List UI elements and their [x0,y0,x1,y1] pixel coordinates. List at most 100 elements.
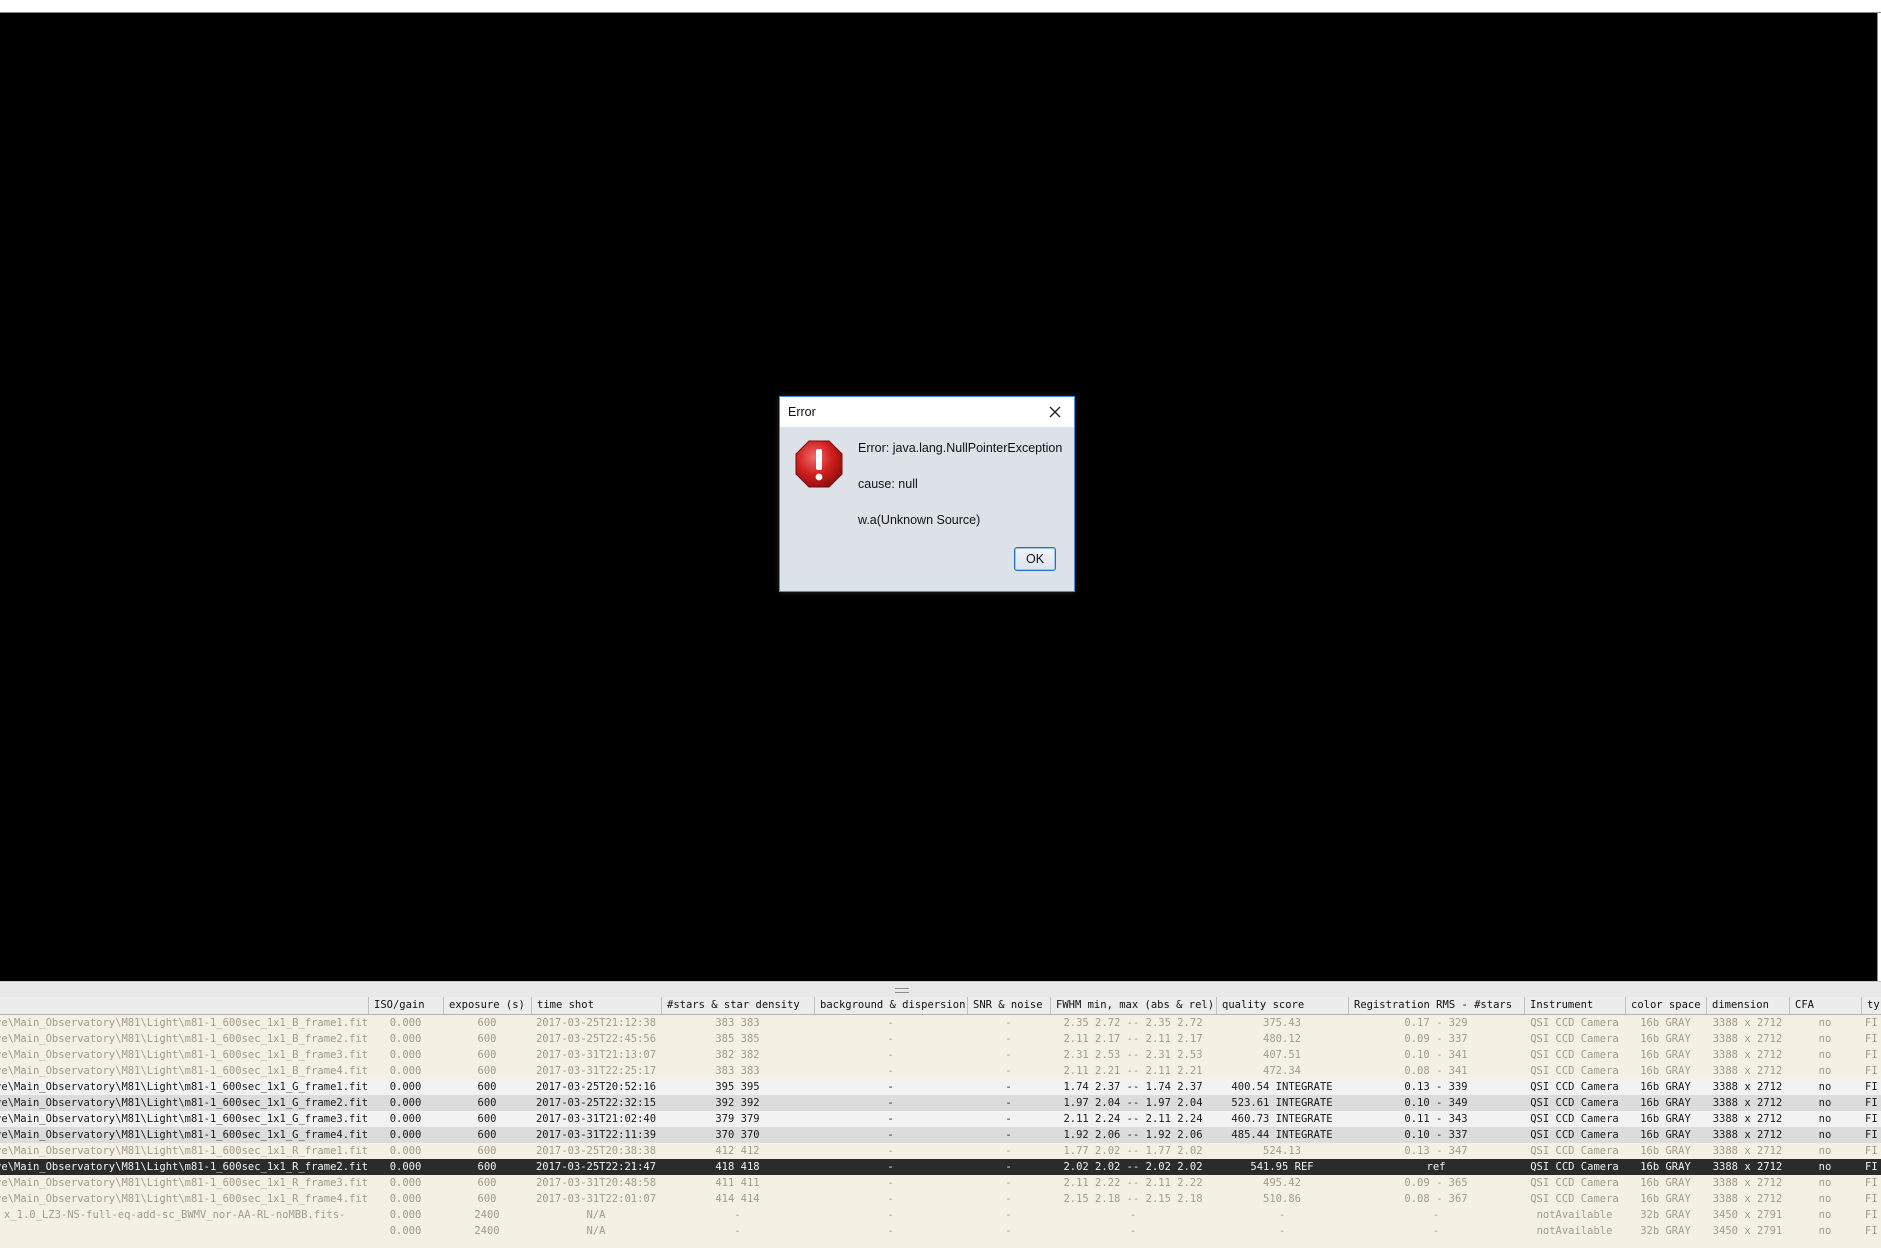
cell-fwhm: 1.92 2.06 -- 1.92 2.06 [1063,1129,1203,1141]
dialog-body: Error: java.lang.NullPointerException ca… [780,427,1074,591]
cell-instrument: QSI CCD Camera [1530,1145,1619,1157]
error-cause: cause: null [858,477,918,491]
column-header-exposure[interactable]: exposure (s) [443,997,531,1014]
cell-stars: 383 383 [715,1065,760,1077]
cell-exposure: 2400 [474,1225,500,1237]
cell-stars: - [734,1225,741,1237]
cell-snr: - [1005,1209,1012,1221]
cell-time-shot: 2017-03-31T20:48:58 [535,1177,657,1189]
column-header-snr[interactable]: SNR & noise [967,997,1050,1014]
cell-background: - [887,1017,894,1029]
cell-stars: 418 418 [715,1161,760,1173]
column-header-cfa[interactable]: CFA [1789,997,1861,1014]
table-row[interactable]: ive\Main_Observatory\M81\Light\m81-1_600… [0,1015,1881,1031]
splitter-grip-icon[interactable] [895,988,909,993]
column-header-type[interactable]: ty [1861,997,1881,1014]
cell-type: FI [1865,1033,1878,1045]
table-row[interactable]: ive\Main_Observatory\M81\Light\m81-1_600… [0,1175,1881,1191]
cell-file: ive\Main_Observatory\M81\Light\m81-1_600… [0,1145,368,1157]
cell-registration: 0.11 - 343 [1404,1113,1468,1125]
ok-button[interactable]: OK [1014,547,1056,571]
table-row[interactable]: ive\Main_Observatory\M81\Light\m81-1_600… [0,1159,1881,1175]
cell-cfa: no [1818,1081,1832,1093]
column-header-time-shot[interactable]: time shot [531,997,661,1014]
cell-time-shot: 2017-03-31T21:02:40 [535,1113,657,1125]
table-row[interactable]: ive\Main_Observatory\M81\Light\m81-1_600… [0,1063,1881,1079]
cell-cfa: no [1818,1145,1832,1157]
dialog-titlebar[interactable]: Error [780,397,1074,427]
cell-dimension: 3388 x 2712 [1712,1193,1783,1205]
table-row[interactable]: ive\Main_Observatory\M81\Light\m81-1_600… [0,1127,1881,1143]
cell-instrument: QSI CCD Camera [1530,1097,1619,1109]
cell-dimension: 3388 x 2712 [1712,1033,1783,1045]
cell-file: ive\Main_Observatory\M81\Light\m81-1_600… [0,1161,368,1173]
table-row[interactable]: ive\Main_Observatory\M81\Light\m81-1_600… [0,1191,1881,1207]
cell-background: - [887,1113,894,1125]
panel-splitter[interactable] [0,981,1881,998]
table-row[interactable]: ive\Main_Observatory\M81\Light\m81-1_600… [0,1079,1881,1095]
cell-fwhm: 1.97 2.04 -- 1.97 2.04 [1063,1097,1203,1109]
table-row[interactable]: ive\Main_Observatory\M81\Light\m81-1_600… [0,1095,1881,1111]
cell-color-space: 16b GRAY [1640,1145,1691,1157]
cell-color-space: 16b GRAY [1640,1081,1691,1093]
cell-cfa: no [1818,1033,1832,1045]
table-header: ISO/gain exposure (s) time shot #stars & st… [0,997,1881,1015]
cell-type: FI [1865,1049,1878,1061]
cell-quality: 460.73 INTEGRATE [1231,1113,1333,1125]
cell-cfa: no [1818,1225,1832,1237]
column-header-stars[interactable]: #stars & star density [661,997,814,1014]
column-header-registration[interactable]: Registration RMS - #stars [1348,997,1524,1014]
table-row[interactable]: ive\Main_Observatory\M81\Light\m81-1_600… [0,1047,1881,1063]
cell-time-shot: 2017-03-31T22:25:17 [535,1065,657,1077]
cell-dimension: 3388 x 2712 [1712,1145,1783,1157]
table-row[interactable]: 0.000 2400 N/A - - - - - - notAvailable 32b GRAY 34… [0,1223,1881,1239]
cell-exposure: 600 [477,1017,497,1029]
column-header-instrument[interactable]: Instrument [1524,997,1625,1014]
error-exclamation-icon [794,439,844,489]
table-row[interactable]: ive\Main_Observatory\M81\Light\m81-1_600… [0,1031,1881,1047]
cell-quality: 524.13 [1263,1145,1301,1157]
cell-dimension: 3388 x 2712 [1712,1177,1783,1189]
cell-registration: 0.13 - 339 [1404,1081,1468,1093]
column-header-file[interactable] [0,997,368,1014]
cell-time-shot: 2017-03-31T22:01:07 [535,1193,657,1205]
cell-file: ive\Main_Observatory\M81\Light\m81-1_600… [0,1017,368,1029]
cell-background: - [887,1097,894,1109]
cell-snr: - [1005,1193,1012,1205]
cell-color-space: 16b GRAY [1640,1161,1691,1173]
cell-dimension: 3388 x 2712 [1712,1081,1783,1093]
cell-exposure: 600 [477,1177,497,1189]
table-row[interactable]: -x_1.0_LZ3-NS-full-eq-add-sc_BWMV_nor-AA… [0,1207,1881,1223]
cell-registration: - [1432,1225,1440,1237]
cell-iso-gain: 0.000 [389,1209,422,1221]
cell-color-space: 32b GRAY [1640,1225,1691,1237]
error-message: Error: java.lang.NullPointerException [858,441,1063,455]
cell-time-shot: N/A [586,1225,606,1237]
close-icon[interactable] [1045,403,1065,421]
cell-registration: 0.10 - 341 [1404,1049,1468,1061]
cell-color-space: 16b GRAY [1640,1193,1691,1205]
table-row[interactable]: ive\Main_Observatory\M81\Light\m81-1_600… [0,1143,1881,1159]
cell-type: FI [1865,1129,1878,1141]
cell-background: - [887,1049,894,1061]
cell-registration: 0.09 - 365 [1404,1177,1468,1189]
column-header-background[interactable]: background & dispersion [814,997,967,1014]
table-row[interactable]: ive\Main_Observatory\M81\Light\m81-1_600… [0,1111,1881,1127]
cell-cfa: no [1818,1113,1832,1125]
cell-quality: 480.12 [1263,1033,1301,1045]
cell-iso-gain: 0.000 [389,1193,422,1205]
cell-snr: - [1005,1033,1012,1045]
column-header-iso-gain[interactable]: ISO/gain [368,997,443,1014]
column-header-color-space[interactable]: color space [1625,997,1706,1014]
cell-background: - [887,1209,894,1221]
column-header-fwhm[interactable]: FWHM min, max (abs & rel) [1050,997,1216,1014]
column-header-quality[interactable]: quality score [1216,997,1348,1014]
cell-quality: 400.54 INTEGRATE [1231,1081,1333,1093]
cell-color-space: 16b GRAY [1640,1177,1691,1189]
cell-cfa: no [1818,1049,1832,1061]
column-header-dimension[interactable]: dimension [1706,997,1789,1014]
cell-instrument: QSI CCD Camera [1530,1081,1619,1093]
cell-registration: 0.13 - 347 [1404,1145,1468,1157]
cell-stars: - [734,1209,741,1221]
cell-instrument: QSI CCD Camera [1530,1177,1619,1189]
